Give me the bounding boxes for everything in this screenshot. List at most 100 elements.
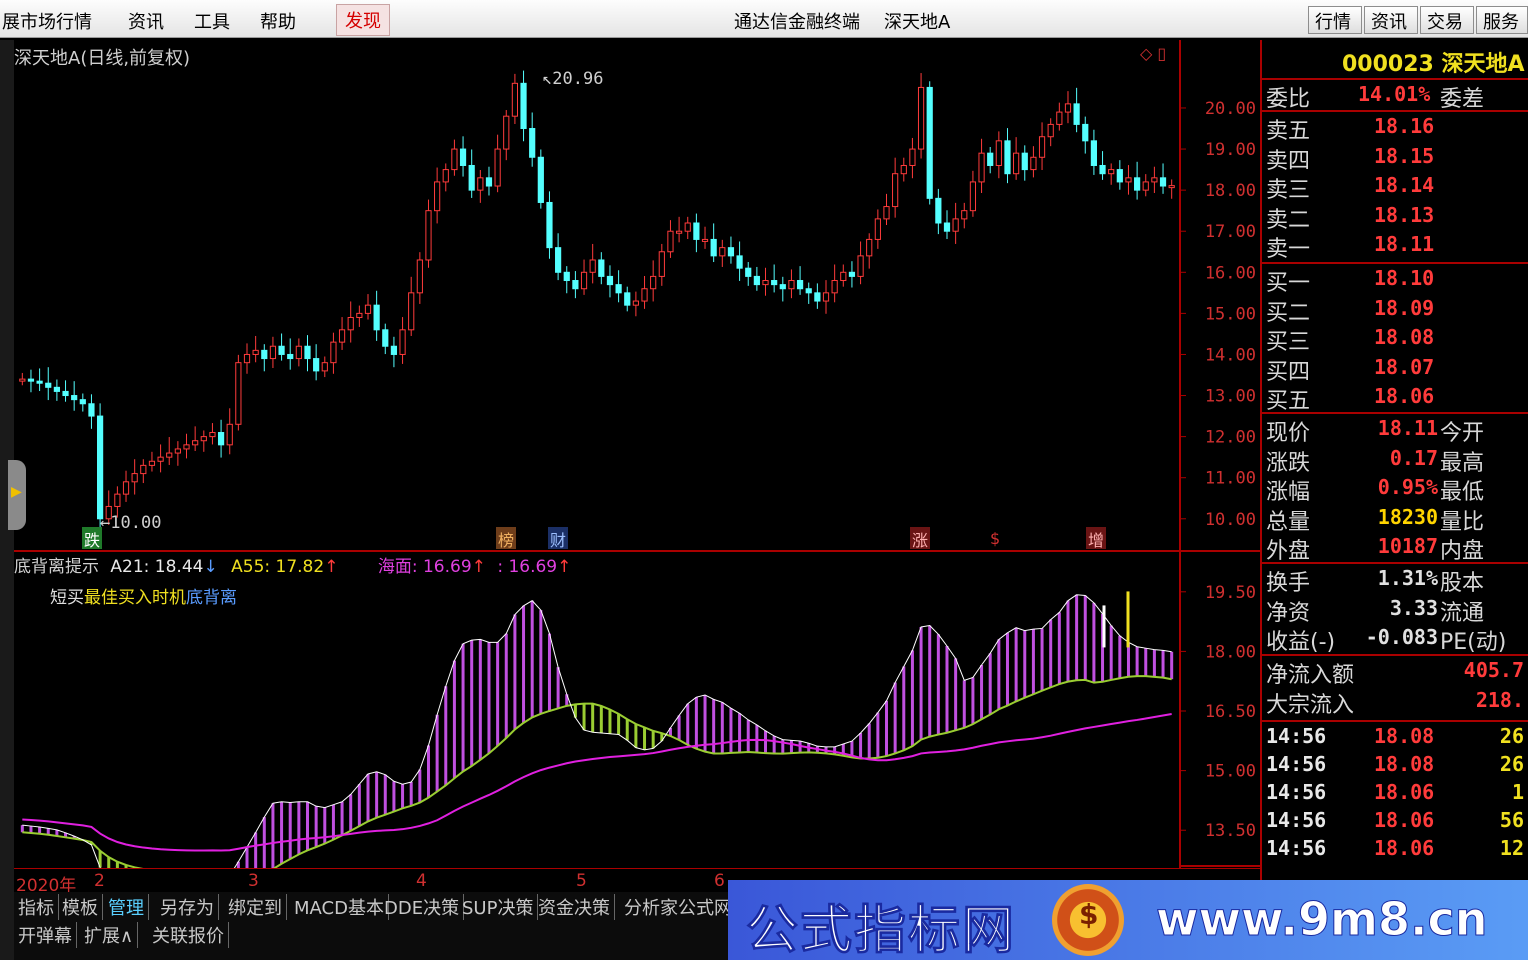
ask-label: 卖五	[1266, 119, 1311, 144]
tab-save-as[interactable]: 另存为	[156, 894, 219, 920]
stat-value: 3.33	[1389, 595, 1438, 620]
tab-manage[interactable]: 管理	[104, 894, 149, 920]
candle-body	[710, 238, 717, 257]
menu-tools[interactable]: 工具	[194, 8, 230, 34]
stat-value: 18230	[1377, 504, 1438, 529]
up-arrow-icon: ↑	[557, 557, 572, 577]
candle-body	[442, 169, 449, 183]
a55-value: A55: 17.82	[231, 557, 325, 577]
chart-area[interactable]: 20.00 19.00 18.00 17.00 16.00 15.00 14.00 13.00…	[14, 40, 1260, 868]
logo-icon: $	[1052, 884, 1124, 956]
candle-body	[866, 238, 873, 257]
tab-service[interactable]: 服务	[1476, 6, 1528, 34]
menu-discover[interactable]: 发现	[336, 4, 390, 36]
tick-time: 14:56	[1266, 836, 1327, 860]
tick-list: 14:56 18.08 26 14:56 18.08 26 14:56 18.06 1 14:56…	[1262, 722, 1528, 880]
month-label: 3	[248, 871, 259, 891]
candle-body	[451, 148, 458, 171]
tab-expand[interactable]: 扩展∧	[80, 922, 139, 948]
menu-market[interactable]: 展市场行情	[2, 8, 92, 34]
stat-label-right: PE(动)	[1440, 630, 1507, 656]
indicator-header: 底背离提示 A21: 18.44↓ A55: 17.82↑ 海面: 16.69↑…	[14, 552, 571, 577]
indicator-axis-label: 19.50	[1205, 583, 1256, 603]
stat-row: 涨跌 0.17 最高	[1262, 444, 1528, 476]
candle-body	[1168, 185, 1175, 189]
candle-body	[572, 280, 579, 290]
candle-body	[995, 140, 1002, 166]
bid-label: 买一	[1266, 271, 1311, 296]
marker-rise[interactable]: 涨	[910, 527, 930, 550]
candle-body	[1004, 140, 1011, 175]
stat-value: 18.11	[1377, 416, 1438, 440]
candle-body	[529, 128, 536, 158]
tab-quote[interactable]: 行情	[1308, 6, 1362, 34]
bid-row: 买四 18.07	[1262, 353, 1528, 385]
stat-label-right: 流通	[1440, 600, 1485, 626]
stat-label: 收益(-)	[1266, 630, 1336, 656]
tab-formula-site[interactable]: 分析家公式网	[620, 894, 737, 920]
candle-body	[935, 197, 942, 224]
bid-price: 18.10	[1374, 266, 1435, 290]
indicator-name: 底背离提示	[14, 557, 99, 577]
price-axis-label: 15.00	[1205, 304, 1256, 324]
candle-body	[243, 353, 251, 364]
stat-value: 1.31%	[1377, 566, 1438, 590]
tab-bind-to[interactable]: 绑定到	[224, 894, 287, 920]
stats-list: 现价 18.11 今开 涨跌 0.17 最高 涨幅 0.95% 最低 总量 18230 量比 外盘 101…	[1262, 414, 1528, 564]
flow-list: 净流入额 405.7 大宗流入 218.	[1262, 656, 1528, 718]
bid-label: 买四	[1266, 359, 1311, 385]
tab-trade[interactable]: 交易	[1420, 6, 1474, 34]
stat-row: 收益(-) -0.083 PE(动)	[1262, 623, 1528, 656]
bid-price: 18.08	[1374, 325, 1435, 350]
candle-body	[1013, 152, 1020, 175]
marker-fall[interactable]: 跌	[82, 527, 102, 550]
chart-options-icon[interactable]: ◇ ▯	[1140, 44, 1166, 63]
tab-sup[interactable]: SUP决策	[458, 894, 539, 920]
tab-macd[interactable]: MACD基本	[290, 894, 389, 920]
tab-news[interactable]: 资讯	[1364, 6, 1418, 34]
candle-body	[373, 304, 380, 331]
marker-increase[interactable]: 增	[1086, 527, 1106, 550]
candle-body	[287, 353, 294, 360]
candle-body	[874, 218, 881, 240]
tick-volume: 1	[1511, 780, 1524, 804]
menu-news[interactable]: 资讯	[128, 8, 164, 34]
menu-help[interactable]: 帮助	[260, 8, 296, 34]
candle-body	[589, 259, 596, 273]
candle-body	[62, 390, 69, 397]
tick-time: 14:56	[1266, 808, 1327, 832]
high-label: ↖20.96	[542, 69, 604, 89]
tab-indicator[interactable]: 指标	[14, 894, 59, 920]
candle-body	[952, 218, 959, 232]
candle-body	[477, 177, 484, 191]
candle-body	[226, 423, 233, 446]
flow-value: 405.7	[1463, 658, 1524, 682]
candle-body	[166, 452, 173, 458]
candle-body	[1082, 123, 1089, 142]
tab-related-quote[interactable]: 关联报价	[148, 922, 229, 948]
stat-row: 总量 18230 量比	[1262, 503, 1528, 535]
marker-dollar[interactable]: $	[990, 529, 1000, 548]
bid-label: 买五	[1266, 389, 1311, 415]
candle-body	[563, 271, 570, 282]
candle-body	[390, 345, 398, 355]
price-axis-label: 12.00	[1205, 428, 1256, 448]
stat-label: 总量	[1266, 509, 1311, 535]
candle-body	[667, 230, 674, 253]
tab-danmaku[interactable]: 开弹幕	[14, 922, 77, 948]
marker-rank[interactable]: 榜	[496, 527, 516, 550]
month-label: 4	[416, 871, 427, 891]
bid-label: 买三	[1266, 330, 1311, 356]
kline-chart[interactable]: 20.00 19.00 18.00 17.00 16.00 15.00 14.00 13.00…	[14, 40, 1260, 868]
candle-body	[771, 280, 778, 286]
ask-label: 卖三	[1266, 178, 1311, 204]
tab-fund[interactable]: 资金决策	[534, 894, 615, 920]
tab-dde[interactable]: DDE决策	[380, 894, 465, 920]
tab-template[interactable]: 模板	[58, 894, 103, 920]
marker-finance[interactable]: 财	[548, 527, 568, 550]
bid-row: 买三 18.08	[1262, 323, 1528, 356]
tick-price: 18.08	[1374, 724, 1435, 748]
tick-row: 14:56 18.08 26	[1262, 722, 1528, 752]
stat-label: 涨幅	[1266, 480, 1311, 506]
weibi-value: 14.01%	[1358, 82, 1431, 106]
